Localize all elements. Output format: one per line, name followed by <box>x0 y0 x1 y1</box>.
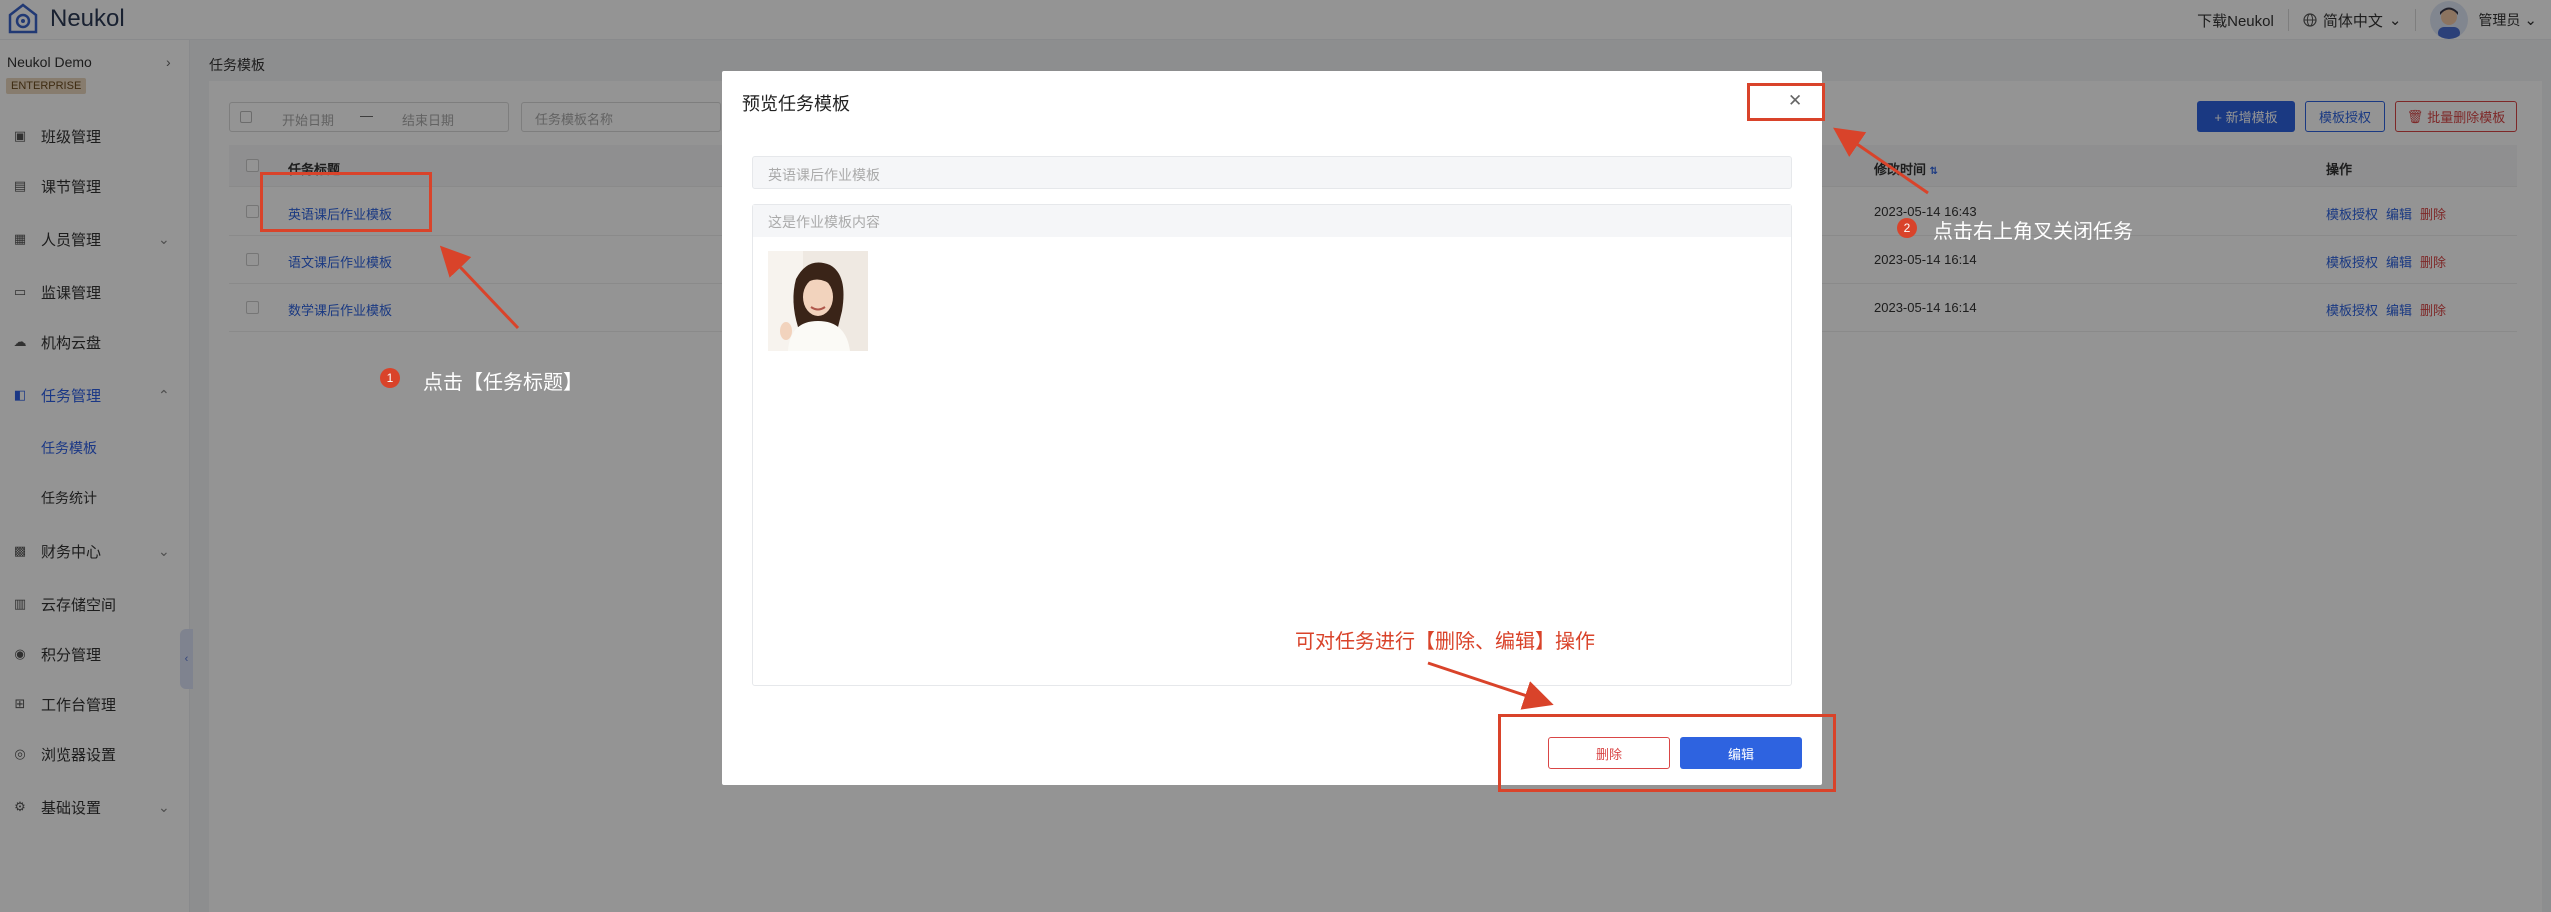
step-number-badge: 2 <box>1897 218 1917 238</box>
step2-annotation: 点击右上角叉关闭任务 <box>1933 221 2133 243</box>
ops-annotation: 可对任务进行【删除、编辑】操作 <box>1295 631 1595 653</box>
arrow-to-buttons <box>1427 661 1554 710</box>
annotation-arrows <box>439 127 1929 710</box>
arrow-to-task-title <box>439 245 520 330</box>
arrow-to-close <box>1833 127 1929 195</box>
step-number-badge: 1 <box>380 368 400 388</box>
step1-annotation: 点击【任务标题】 <box>423 372 583 394</box>
